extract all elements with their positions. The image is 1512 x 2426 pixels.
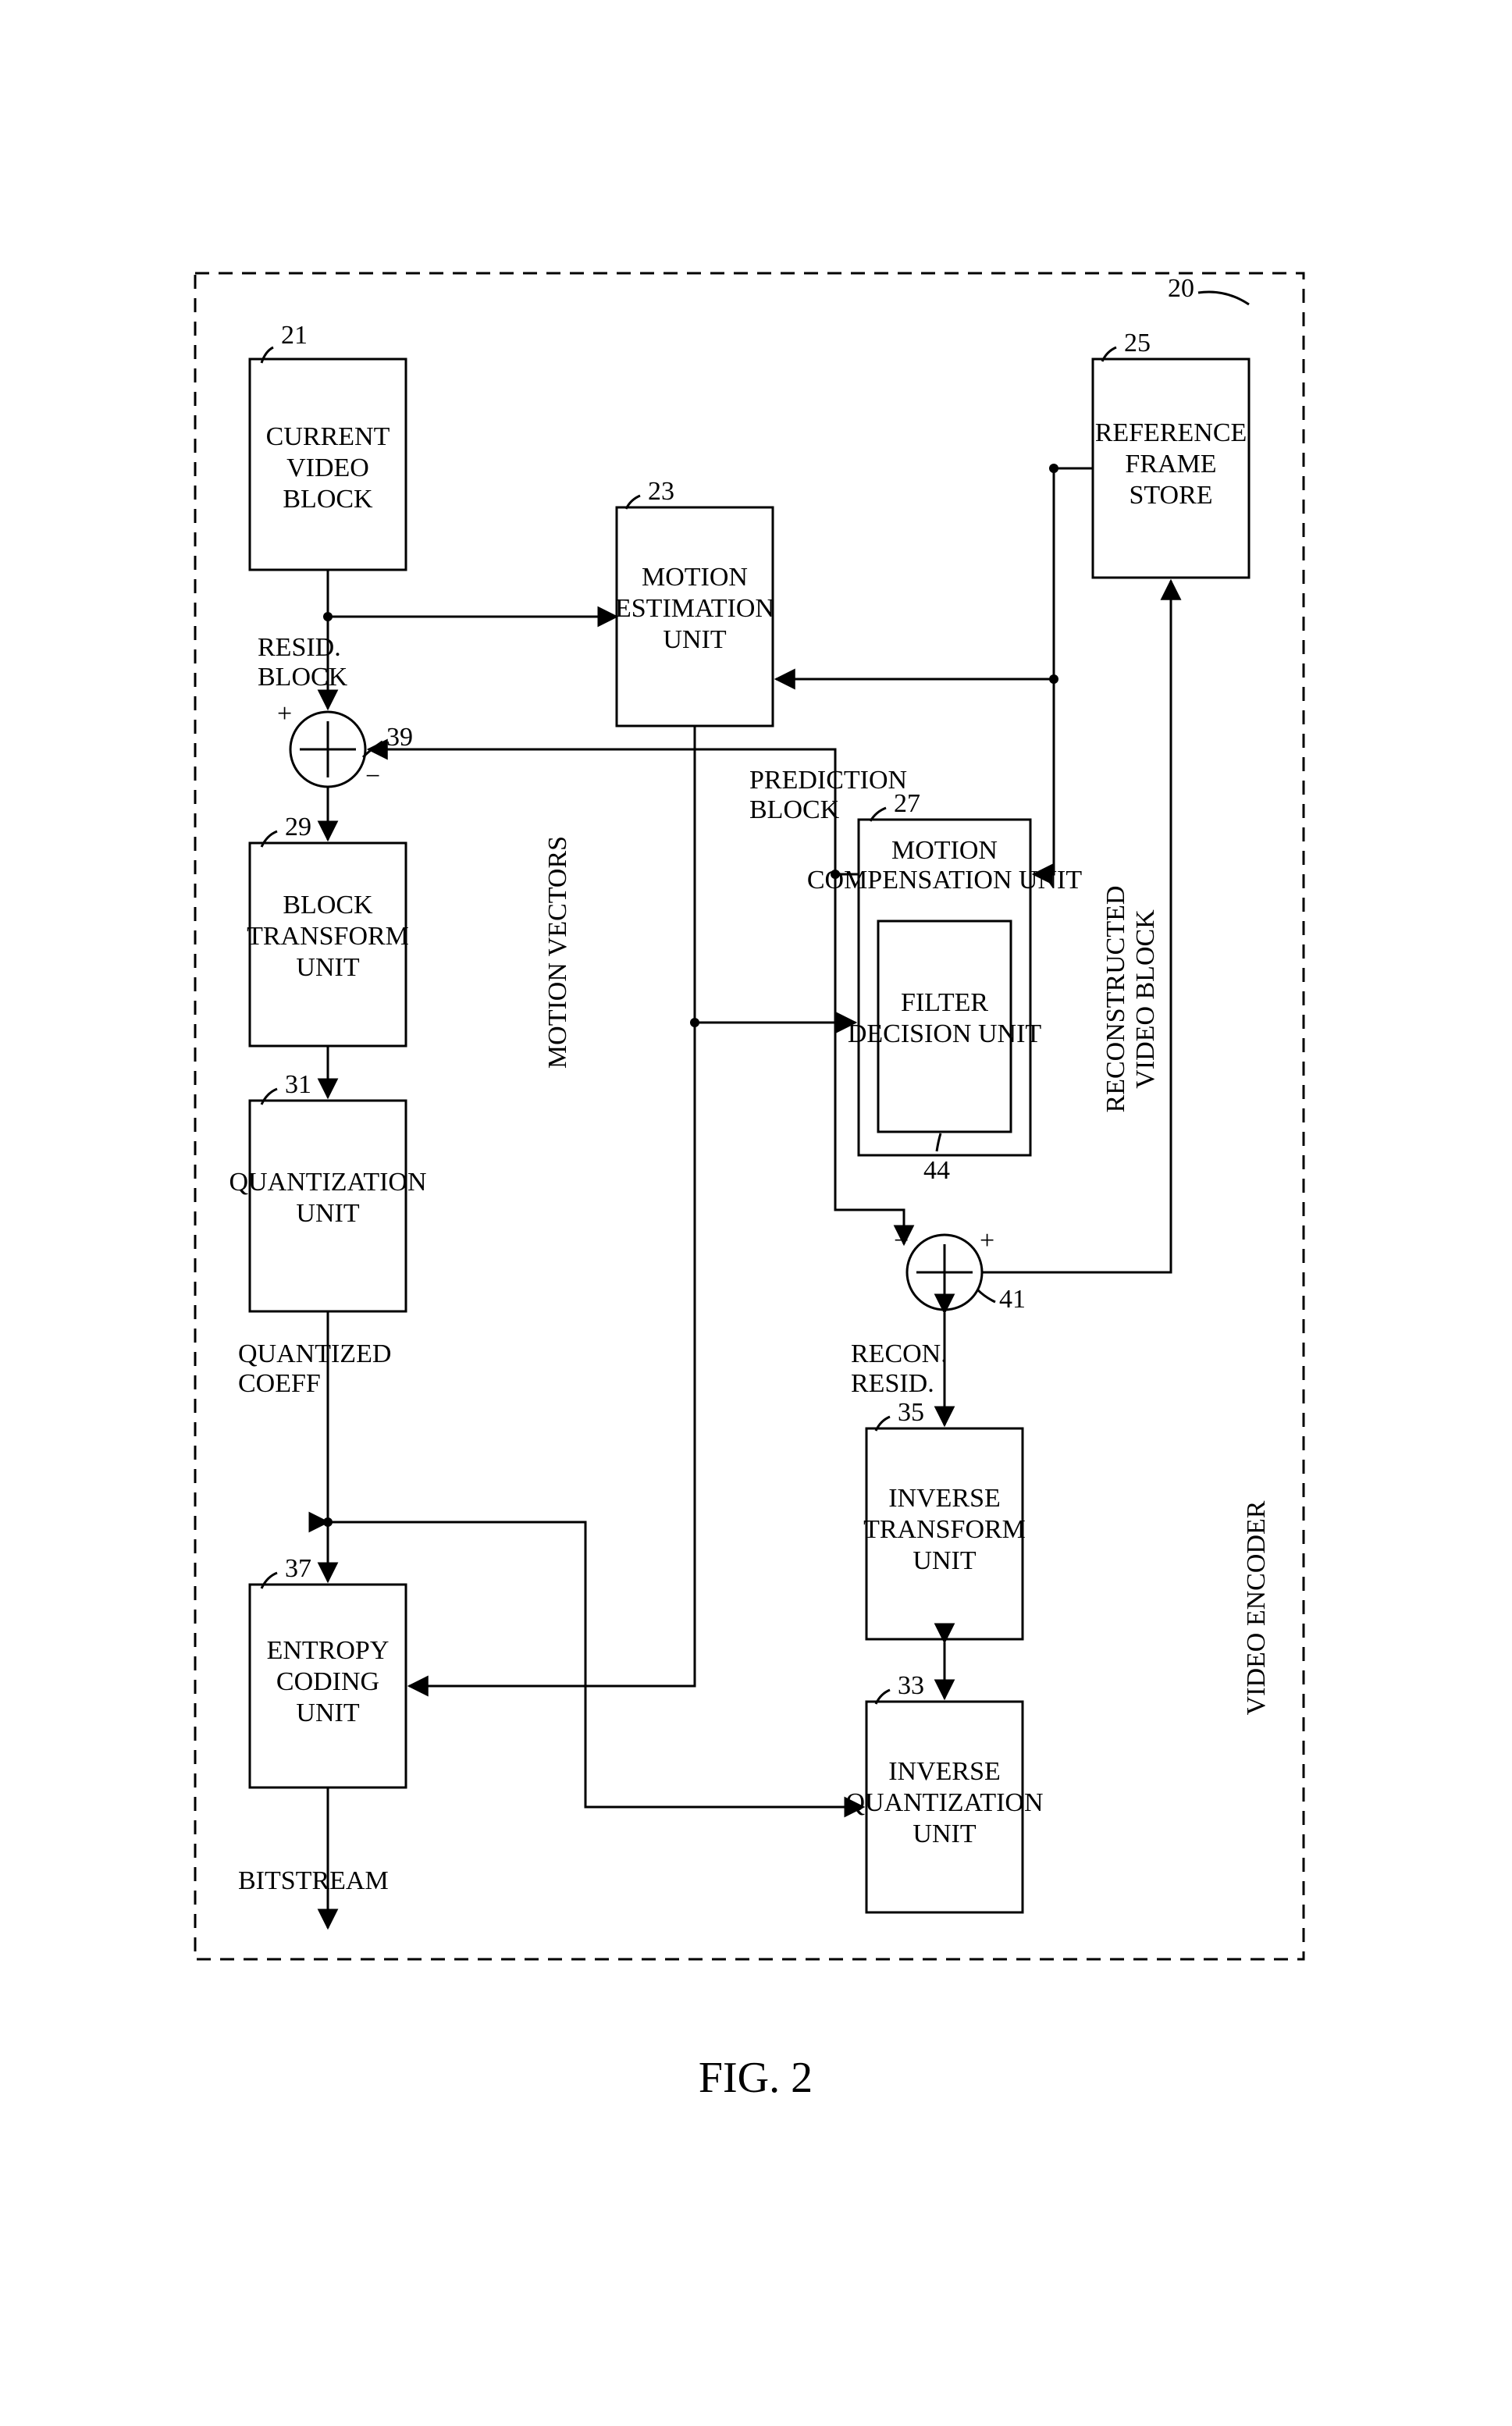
svg-text:BLOCK: BLOCK <box>749 795 840 824</box>
inverse-quantization-unit: INVERSE QUANTIZATION UNIT 33 <box>845 1671 1043 1912</box>
svg-text:RECONSTRUCTED: RECONSTRUCTED <box>1101 886 1130 1113</box>
svg-text:31: 31 <box>285 1070 311 1099</box>
svg-text:+: + <box>980 1226 994 1255</box>
svg-text:REFERENCE: REFERENCE <box>1095 418 1247 447</box>
svg-text:BLOCK: BLOCK <box>283 485 373 514</box>
svg-text:CURRENT: CURRENT <box>266 422 390 451</box>
svg-text:33: 33 <box>898 1671 924 1700</box>
motion-vectors-label: MOTION VECTORS <box>543 836 572 1069</box>
svg-text:23: 23 <box>648 477 674 506</box>
svg-text:UNIT: UNIT <box>663 625 726 654</box>
svg-text:COMPENSATION UNIT: COMPENSATION UNIT <box>807 866 1083 895</box>
svg-text:MOTION: MOTION <box>642 563 748 592</box>
inverse-transform-unit: INVERSE TRANSFORM UNIT 35 <box>863 1398 1026 1639</box>
svg-text:UNIT: UNIT <box>296 1699 359 1727</box>
summer-41: + − 41 <box>894 1226 1026 1314</box>
motion-compensation-unit: MOTION COMPENSATION UNIT 27 FILTER DECIS… <box>807 789 1083 1185</box>
svg-text:41: 41 <box>999 1285 1026 1314</box>
svg-text:29: 29 <box>285 813 311 841</box>
svg-text:39: 39 <box>386 723 413 752</box>
svg-text:37: 37 <box>285 1554 311 1583</box>
svg-text:21: 21 <box>281 321 308 350</box>
svg-text:QUANTIZATION: QUANTIZATION <box>229 1168 426 1197</box>
entropy-coding-unit: ENTROPY CODING UNIT 37 <box>250 1554 406 1787</box>
svg-text:UNIT: UNIT <box>913 1820 976 1848</box>
svg-text:QUANTIZED: QUANTIZED <box>238 1339 391 1368</box>
recon-resid-label: RECON. RESID. <box>851 1339 948 1398</box>
svg-text:QUANTIZATION: QUANTIZATION <box>845 1788 1043 1817</box>
svg-text:27: 27 <box>894 789 920 818</box>
quantization-unit: QUANTIZATION UNIT 31 <box>229 1070 426 1311</box>
svg-text:INVERSE: INVERSE <box>888 1484 1001 1513</box>
reference-frame-store: REFERENCE FRAME STORE 25 <box>1093 329 1249 578</box>
svg-text:ENTROPY: ENTROPY <box>267 1636 390 1665</box>
svg-text:TRANSFORM: TRANSFORM <box>247 922 409 951</box>
svg-text:VIDEO BLOCK: VIDEO BLOCK <box>1131 909 1160 1089</box>
svg-text:−: − <box>365 762 380 791</box>
resid-block-label: RESID. BLOCK <box>258 633 348 692</box>
figure-label: FIG. 2 <box>699 2054 813 2102</box>
svg-text:35: 35 <box>898 1398 924 1427</box>
svg-text:BLOCK: BLOCK <box>283 891 373 920</box>
svg-text:UNIT: UNIT <box>296 953 359 982</box>
svg-text:STORE: STORE <box>1129 481 1212 510</box>
svg-text:VIDEO: VIDEO <box>286 454 369 482</box>
reconstructed-video-block-label: RECONSTRUCTED VIDEO BLOCK <box>1101 886 1160 1113</box>
diagram-svg: 20 VIDEO ENCODER CURRENT VIDEO BLOCK 21 … <box>0 0 1512 2426</box>
prediction-block-label: PREDICTION BLOCK <box>749 766 907 824</box>
svg-text:INVERSE: INVERSE <box>888 1757 1001 1786</box>
svg-text:RESID.: RESID. <box>851 1369 934 1398</box>
svg-text:UNIT: UNIT <box>913 1546 976 1575</box>
svg-text:FILTER: FILTER <box>901 988 988 1017</box>
svg-text:PREDICTION: PREDICTION <box>749 766 907 795</box>
page: 20 VIDEO ENCODER CURRENT VIDEO BLOCK 21 … <box>0 0 1512 2426</box>
video-encoder-ref: 20 <box>1168 274 1194 303</box>
svg-text:ESTIMATION: ESTIMATION <box>615 594 774 623</box>
svg-text:MOTION: MOTION <box>891 836 998 865</box>
svg-text:TRANSFORM: TRANSFORM <box>863 1515 1026 1544</box>
bitstream-label: BITSTREAM <box>238 1866 389 1895</box>
svg-text:UNIT: UNIT <box>296 1199 359 1228</box>
current-video-block: CURRENT VIDEO BLOCK 21 <box>250 321 406 570</box>
block-transform-unit: BLOCK TRANSFORM UNIT 29 <box>247 813 409 1046</box>
svg-text:RECON.: RECON. <box>851 1339 948 1368</box>
svg-text:DECISION UNIT: DECISION UNIT <box>848 1019 1042 1048</box>
filter-decision-unit-ref: 44 <box>923 1156 950 1185</box>
svg-text:FRAME: FRAME <box>1125 450 1216 478</box>
svg-text:COEFF: COEFF <box>238 1369 321 1398</box>
video-encoder-title: VIDEO ENCODER <box>1242 1500 1271 1715</box>
svg-text:−: − <box>894 1226 909 1255</box>
svg-text:+: + <box>277 699 292 728</box>
summer-39: + − 39 <box>277 699 413 791</box>
quantized-coeff-label: QUANTIZED COEFF <box>238 1339 391 1398</box>
svg-text:25: 25 <box>1124 329 1151 357</box>
svg-text:CODING: CODING <box>276 1667 379 1696</box>
svg-text:BLOCK: BLOCK <box>258 663 348 692</box>
motion-estimation-unit: MOTION ESTIMATION UNIT 23 <box>615 477 774 726</box>
